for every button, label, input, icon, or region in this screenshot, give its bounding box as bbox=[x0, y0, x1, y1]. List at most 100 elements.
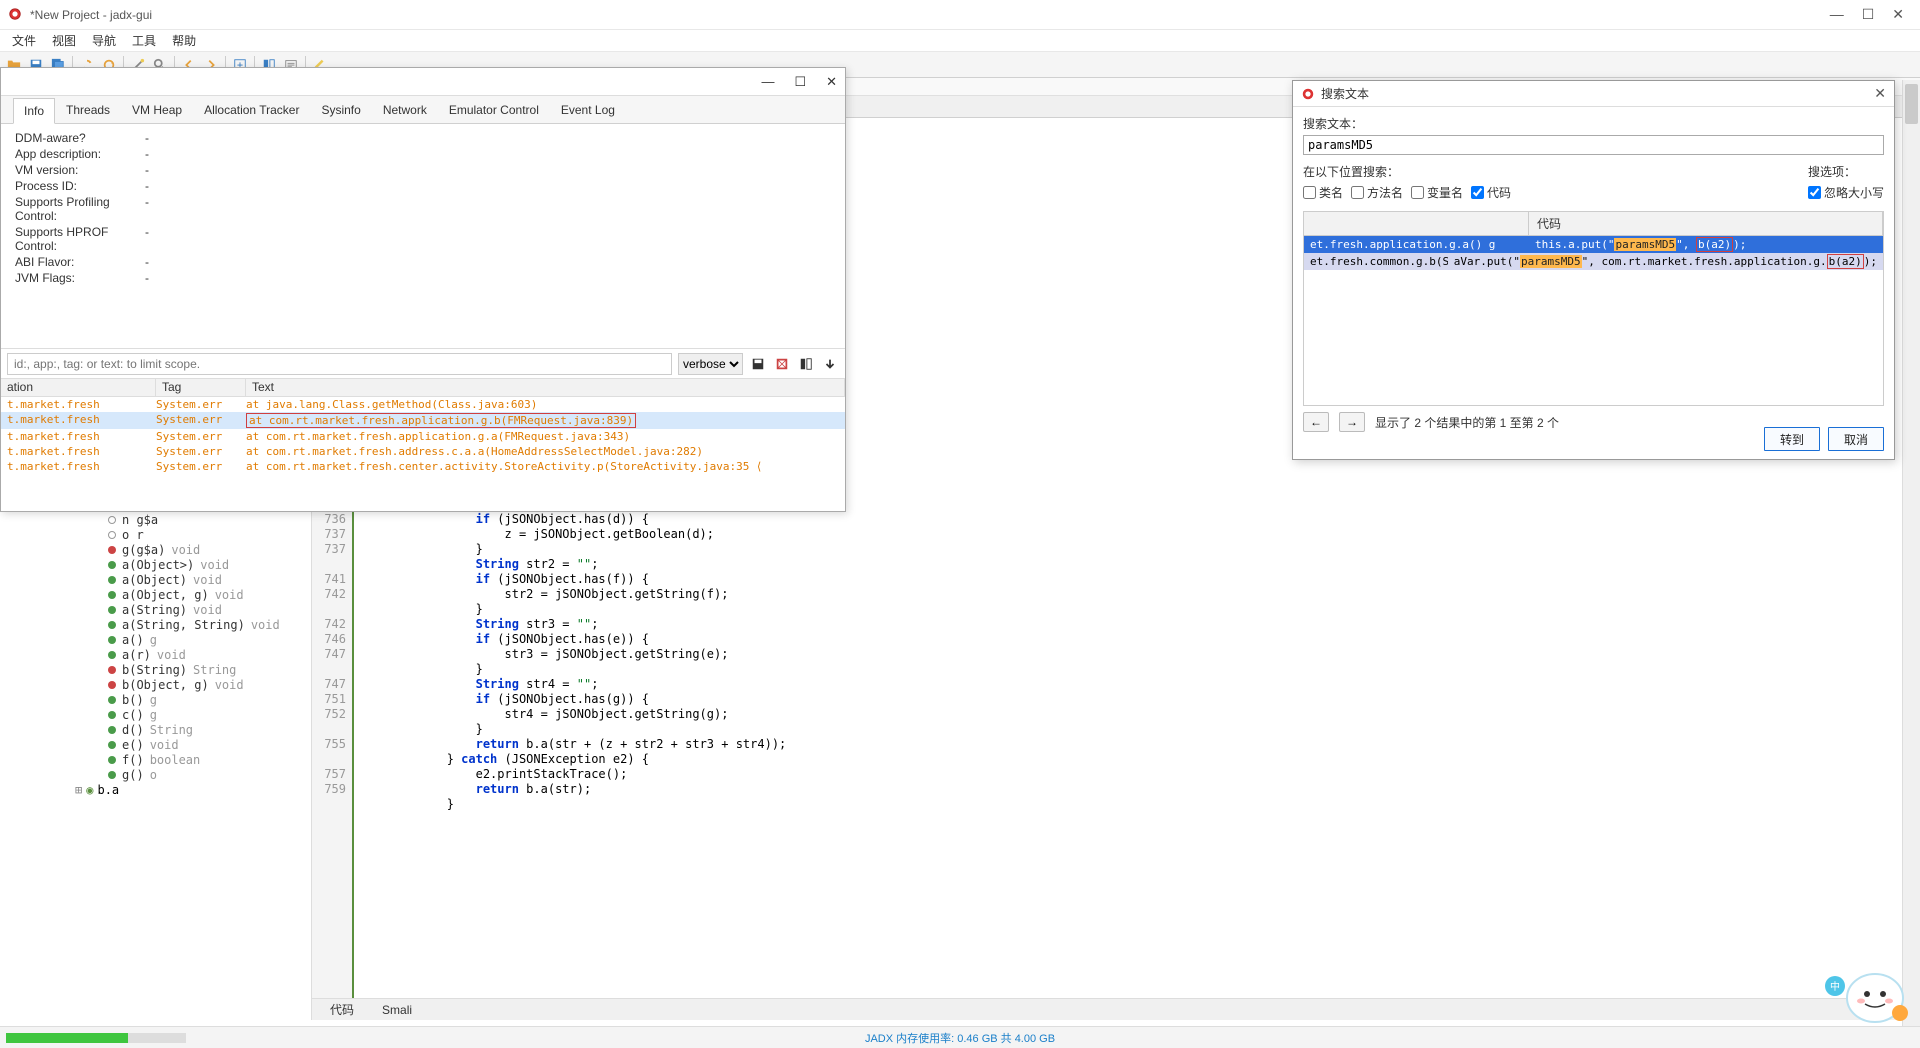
scroll-lock-icon[interactable] bbox=[821, 355, 839, 373]
log-col-app: ation bbox=[1, 379, 156, 396]
log-filter-input[interactable] bbox=[7, 353, 672, 375]
maximize-button[interactable]: ☐ bbox=[1862, 6, 1875, 23]
menu-nav[interactable]: 导航 bbox=[86, 30, 122, 51]
info-val: - bbox=[145, 179, 149, 193]
window-controls: — ☐ ✕ bbox=[1830, 6, 1904, 23]
goto-button[interactable]: 转到 bbox=[1764, 427, 1820, 451]
search-result-row[interactable]: et.fresh.application.g.a() gthis.a.put("… bbox=[1304, 236, 1883, 253]
tree-method[interactable]: b()g bbox=[0, 692, 311, 707]
source-code[interactable]: if (jSONObject.has(d)) { z = jSONObject.… bbox=[354, 512, 1920, 998]
info-key: VM version: bbox=[15, 163, 145, 177]
info-key: DDM-aware? bbox=[15, 131, 145, 145]
info-key: App description: bbox=[15, 147, 145, 161]
menu-help[interactable]: 帮助 bbox=[166, 30, 202, 51]
cb-ignore-case[interactable]: 忽略大小写 bbox=[1808, 184, 1884, 201]
monitor-tabs: Info Threads VM Heap Allocation Tracker … bbox=[1, 96, 845, 124]
save-log-icon[interactable] bbox=[749, 355, 767, 373]
tree-method[interactable]: a(Object>)void bbox=[0, 557, 311, 572]
search-results-table: 代码 et.fresh.application.g.a() gthis.a.pu… bbox=[1303, 211, 1884, 406]
search-close-icon[interactable]: ✕ bbox=[1874, 85, 1886, 102]
tree-method[interactable]: o r bbox=[0, 527, 311, 542]
clear-log-icon[interactable] bbox=[773, 355, 791, 373]
monitor-close-icon[interactable]: ✕ bbox=[826, 74, 837, 90]
tree-method[interactable]: a()g bbox=[0, 632, 311, 647]
tree-method[interactable]: f()boolean bbox=[0, 752, 311, 767]
tree-method[interactable]: a(r)void bbox=[0, 647, 311, 662]
cb-class[interactable]: 类名 bbox=[1303, 184, 1343, 201]
menubar: 文件 视图 导航 工具 帮助 bbox=[0, 30, 1920, 52]
split-icon[interactable] bbox=[797, 355, 815, 373]
tab-sysinfo[interactable]: Sysinfo bbox=[310, 97, 371, 123]
log-body[interactable]: t.market.freshSystem.err at java.lang.Cl… bbox=[1, 397, 845, 487]
tab-emulator[interactable]: Emulator Control bbox=[438, 97, 550, 123]
titlebar: *New Project - jadx-gui — ☐ ✕ bbox=[0, 0, 1920, 30]
search-text-label: 搜索文本： bbox=[1303, 115, 1884, 132]
nav-next-icon[interactable]: → bbox=[1339, 412, 1365, 432]
tree-method[interactable]: c()g bbox=[0, 707, 311, 722]
search-dialog-icon bbox=[1301, 87, 1315, 101]
cb-code[interactable]: 代码 bbox=[1471, 184, 1511, 201]
info-val: - bbox=[145, 225, 149, 253]
menu-file[interactable]: 文件 bbox=[6, 30, 42, 51]
menu-tools[interactable]: 工具 bbox=[126, 30, 162, 51]
code-area: 7367377377417427427467477477517527557577… bbox=[312, 512, 1920, 1020]
line-gutter: 7367377377417427427467477477517527557577… bbox=[312, 512, 354, 998]
log-col-tag: Tag bbox=[156, 379, 246, 396]
tree-class[interactable]: ⊞◉b.a bbox=[0, 782, 311, 798]
svg-text:中: 中 bbox=[1830, 980, 1840, 993]
search-result-row[interactable]: et.fresh.common.g.b(String, int) Object>… bbox=[1304, 253, 1883, 270]
monitor-maximize-icon[interactable]: ☐ bbox=[794, 74, 806, 90]
tree-method[interactable]: a(String)void bbox=[0, 602, 311, 617]
log-row[interactable]: t.market.freshSystem.err at com.rt.marke… bbox=[1, 444, 845, 459]
tab-alloc[interactable]: Allocation Tracker bbox=[193, 97, 310, 123]
code-bottom-tabs: 代码 Smali bbox=[312, 998, 1920, 1020]
search-dialog: 搜索文本 ✕ 搜索文本： 在以下位置搜索： 类名 方法名 变量名 代码 搜选项：… bbox=[1292, 80, 1895, 460]
tree-method[interactable]: b(String)String bbox=[0, 662, 311, 677]
tree-method[interactable]: b(Object, g)void bbox=[0, 677, 311, 692]
assistant-avatar[interactable]: 中 bbox=[1805, 968, 1910, 1028]
cancel-button[interactable]: 取消 bbox=[1828, 427, 1884, 451]
tree-method[interactable]: g(g$a)void bbox=[0, 542, 311, 557]
close-button[interactable]: ✕ bbox=[1892, 6, 1904, 23]
tree-method[interactable]: d()String bbox=[0, 722, 311, 737]
tree-method[interactable]: a(String, String)void bbox=[0, 617, 311, 632]
tab-eventlog[interactable]: Event Log bbox=[550, 97, 626, 123]
info-key: Supports Profiling Control: bbox=[15, 195, 145, 223]
log-row[interactable]: t.market.freshSystem.err at com.rt.marke… bbox=[1, 412, 845, 429]
tab-code[interactable]: 代码 bbox=[320, 999, 364, 1020]
cb-var[interactable]: 变量名 bbox=[1411, 184, 1463, 201]
log-level-select[interactable]: verbose bbox=[678, 353, 743, 375]
tab-threads[interactable]: Threads bbox=[55, 97, 121, 123]
scrollbar-thumb[interactable] bbox=[1905, 84, 1918, 124]
main-scrollbar[interactable] bbox=[1902, 80, 1920, 1026]
window-title: *New Project - jadx-gui bbox=[30, 8, 1830, 22]
monitor-minimize-icon[interactable]: — bbox=[761, 74, 774, 89]
info-key: Process ID: bbox=[15, 179, 145, 193]
tab-smali[interactable]: Smali bbox=[372, 1001, 422, 1019]
nav-prev-icon[interactable]: ← bbox=[1303, 412, 1329, 432]
log-header: ation Tag Text bbox=[1, 379, 845, 397]
tree-method[interactable]: n g$a bbox=[0, 512, 311, 527]
nav-status: 显示了 2 个结果中的第 1 至第 2 个 bbox=[1375, 414, 1559, 431]
tree-method[interactable]: a(Object)void bbox=[0, 572, 311, 587]
cb-method[interactable]: 方法名 bbox=[1351, 184, 1403, 201]
tab-info[interactable]: Info bbox=[13, 98, 55, 124]
log-row[interactable]: t.market.freshSystem.err at java.lang.Cl… bbox=[1, 397, 845, 412]
log-row[interactable]: t.market.freshSystem.err at com.rt.marke… bbox=[1, 429, 845, 444]
tab-network[interactable]: Network bbox=[372, 97, 438, 123]
results-col-code: 代码 bbox=[1529, 212, 1883, 235]
method-tree[interactable]: n g$ao rg(g$a)voida(Object>)voida(Object… bbox=[0, 512, 312, 1020]
info-key: JVM Flags: bbox=[15, 271, 145, 285]
search-text-input[interactable] bbox=[1303, 135, 1884, 155]
tree-method[interactable]: e()void bbox=[0, 737, 311, 752]
tree-method[interactable]: g()o bbox=[0, 767, 311, 782]
search-title-text: 搜索文本 bbox=[1321, 85, 1874, 102]
menu-view[interactable]: 视图 bbox=[46, 30, 82, 51]
minimize-button[interactable]: — bbox=[1830, 6, 1844, 23]
search-opts-label: 搜选项： bbox=[1808, 163, 1884, 180]
statusbar: JADX 内存使用率: 0.46 GB 共 4.00 GB bbox=[0, 1026, 1920, 1048]
log-row[interactable]: t.market.freshSystem.err at com.rt.marke… bbox=[1, 459, 845, 474]
tree-method[interactable]: a(Object, g)void bbox=[0, 587, 311, 602]
tab-vmheap[interactable]: VM Heap bbox=[121, 97, 193, 123]
info-val: - bbox=[145, 163, 149, 177]
